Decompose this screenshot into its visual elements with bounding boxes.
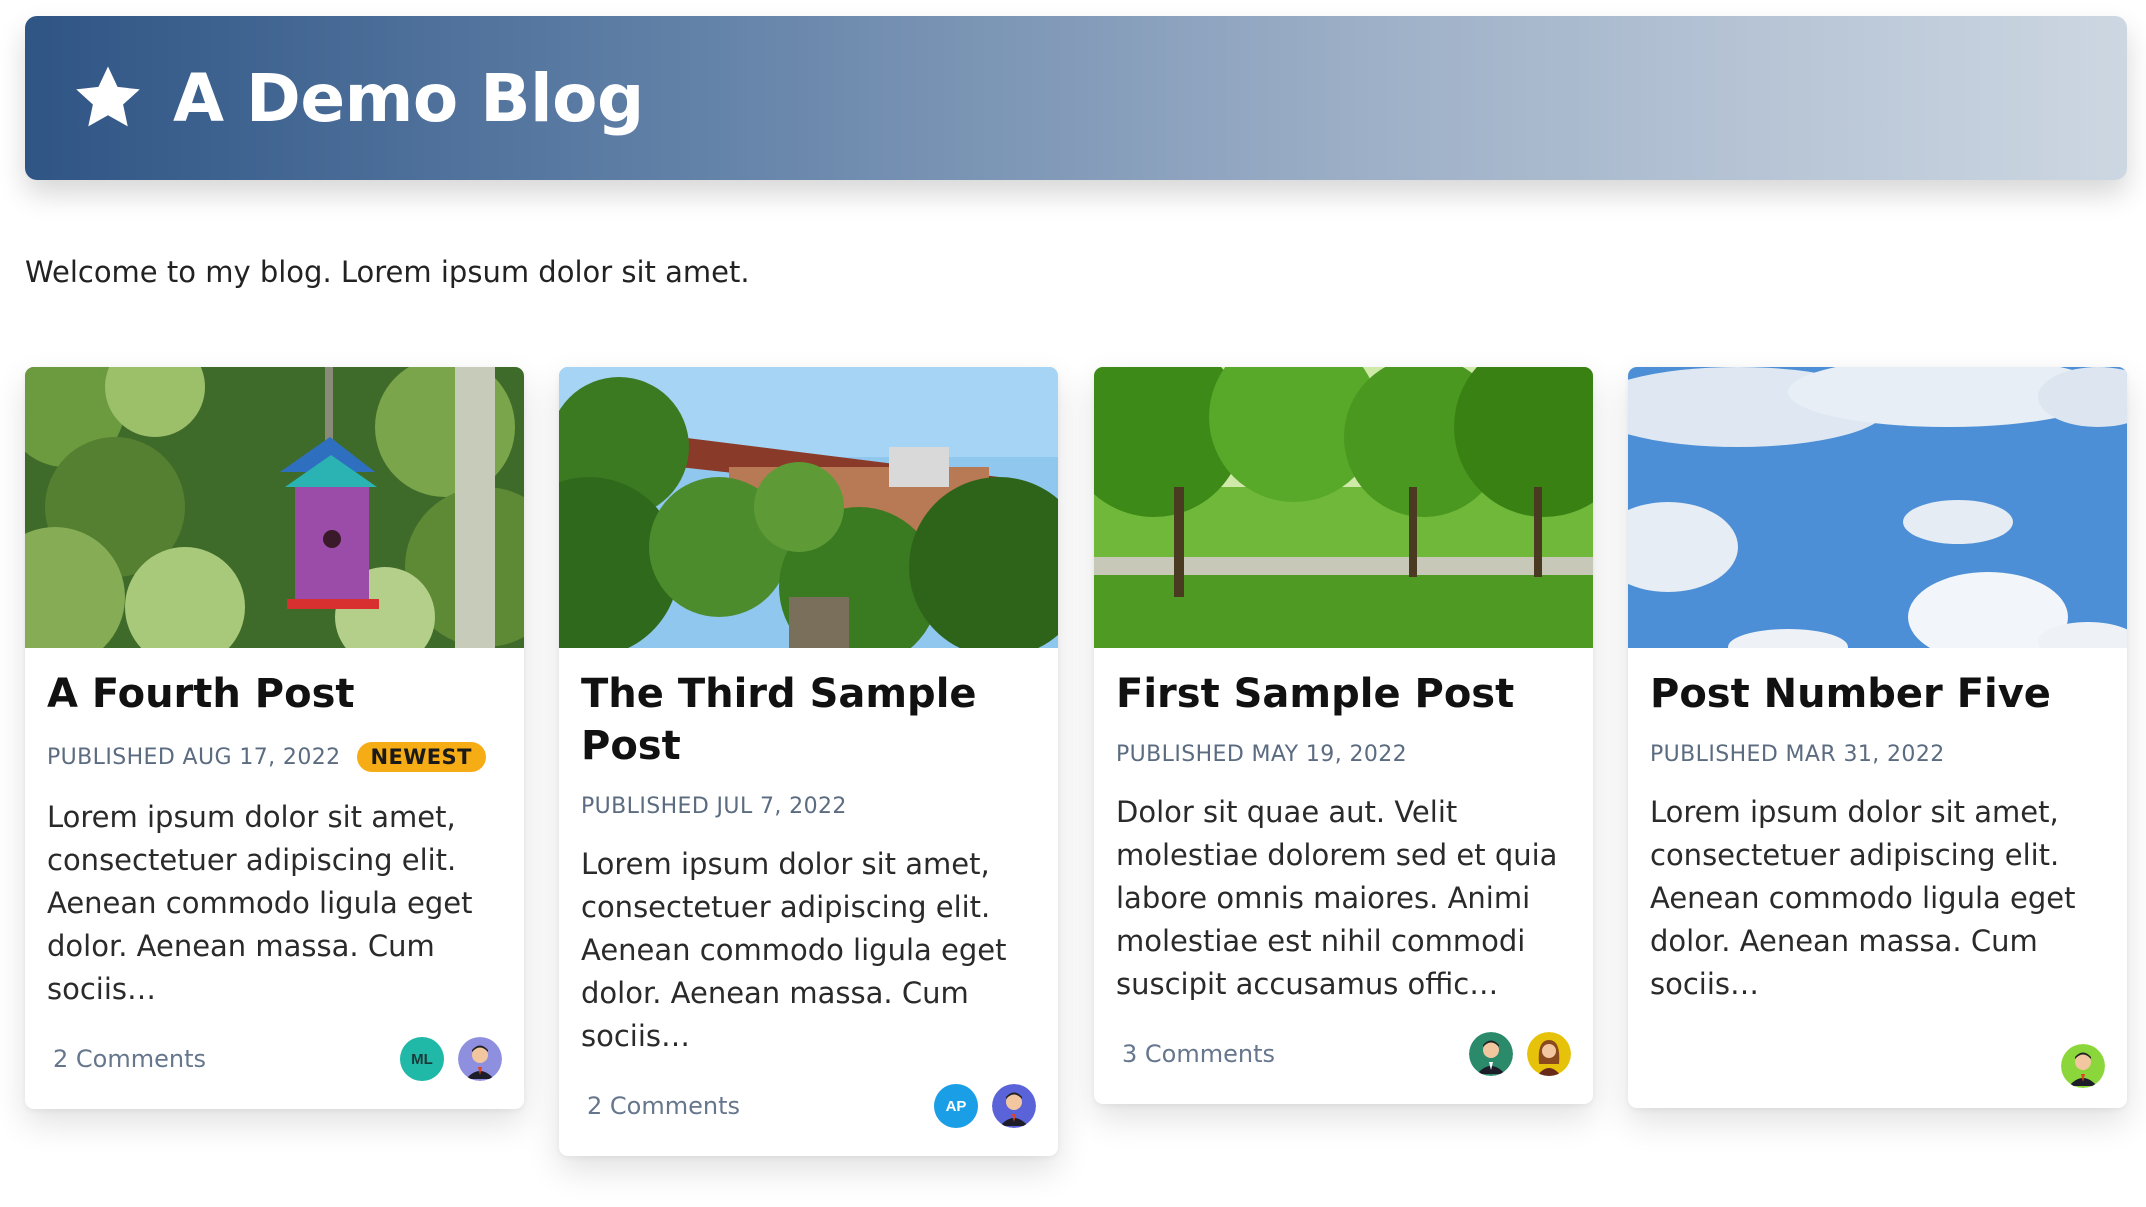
person-icon xyxy=(2061,1044,2105,1088)
post-excerpt: Lorem ipsum dolor sit amet, consectetuer… xyxy=(47,800,473,1006)
author-avatars: ML xyxy=(400,1037,502,1081)
avatar[interactable]: AP xyxy=(934,1084,978,1128)
post-title[interactable]: First Sample Post xyxy=(1116,668,1571,720)
post-excerpt: Lorem ipsum dolor sit amet, consectetuer… xyxy=(1650,795,2076,1001)
avatar-initials: AP xyxy=(945,1097,967,1115)
star-icon xyxy=(76,66,140,127)
post-footer: 2 Comments AP xyxy=(559,1058,1058,1156)
post-title[interactable]: Post Number Five xyxy=(1650,668,2105,720)
comments-link[interactable]: 2 Comments xyxy=(53,1045,206,1073)
post-footer: 3 Comments xyxy=(1094,1006,1593,1104)
avatar[interactable] xyxy=(458,1037,502,1081)
person-female-icon xyxy=(1527,1032,1571,1076)
newest-badge: NEWEST xyxy=(356,742,486,772)
post-card[interactable]: A Fourth Post PUBLISHED AUG 17, 2022 NEW… xyxy=(25,367,524,1109)
post-meta: PUBLISHED MAR 31, 2022 xyxy=(1650,742,2105,767)
post-card[interactable]: Post Number Five PUBLISHED MAR 31, 2022 … xyxy=(1628,367,2127,1108)
post-footer xyxy=(1628,1006,2127,1108)
avatar[interactable] xyxy=(1527,1032,1571,1076)
avatar-initials: ML xyxy=(411,1050,433,1068)
author-avatars: AP xyxy=(934,1084,1036,1128)
post-title[interactable]: A Fourth Post xyxy=(47,668,502,720)
site-title[interactable]: A Demo Blog xyxy=(173,60,644,137)
post-card[interactable]: First Sample Post PUBLISHED MAY 19, 2022… xyxy=(1094,367,1593,1104)
post-excerpt: Dolor sit quae aut. Velit molestiae dolo… xyxy=(1116,795,1558,1001)
comments-link[interactable]: 2 Comments xyxy=(587,1092,740,1120)
post-card[interactable]: The Third Sample Post PUBLISHED JUL 7, 2… xyxy=(559,367,1058,1156)
post-meta: PUBLISHED JUL 7, 2022 xyxy=(581,794,1036,819)
person-icon xyxy=(1469,1032,1513,1076)
person-icon xyxy=(992,1084,1036,1128)
post-image[interactable] xyxy=(25,367,524,648)
avatar[interactable] xyxy=(1469,1032,1513,1076)
post-image[interactable] xyxy=(1094,367,1593,648)
avatar[interactable]: ML xyxy=(400,1037,444,1081)
publish-date: PUBLISHED JUL 7, 2022 xyxy=(581,794,847,819)
comments-link[interactable]: 3 Comments xyxy=(1122,1040,1275,1068)
author-avatars xyxy=(2061,1044,2105,1088)
post-meta: PUBLISHED AUG 17, 2022 NEWEST xyxy=(47,742,502,772)
person-icon xyxy=(458,1037,502,1081)
publish-date: PUBLISHED MAY 19, 2022 xyxy=(1116,742,1408,767)
avatar[interactable] xyxy=(992,1084,1036,1128)
avatar[interactable] xyxy=(2061,1044,2105,1088)
page: A Demo Blog Welcome to my blog. Lorem ip… xyxy=(0,0,2146,1207)
post-footer: 2 Comments ML xyxy=(25,1011,524,1109)
publish-date: PUBLISHED MAR 31, 2022 xyxy=(1650,742,1945,767)
publish-date: PUBLISHED AUG 17, 2022 xyxy=(47,744,341,770)
post-meta: PUBLISHED MAY 19, 2022 xyxy=(1116,742,1571,767)
post-excerpt: Lorem ipsum dolor sit amet, consectetuer… xyxy=(581,847,1007,1053)
author-avatars xyxy=(1469,1032,1571,1076)
post-title[interactable]: The Third Sample Post xyxy=(581,668,1036,772)
site-header: A Demo Blog xyxy=(25,16,2127,180)
post-image[interactable] xyxy=(559,367,1058,648)
intro-text: Welcome to my blog. Lorem ipsum dolor si… xyxy=(25,255,750,289)
post-image[interactable] xyxy=(1628,367,2127,648)
